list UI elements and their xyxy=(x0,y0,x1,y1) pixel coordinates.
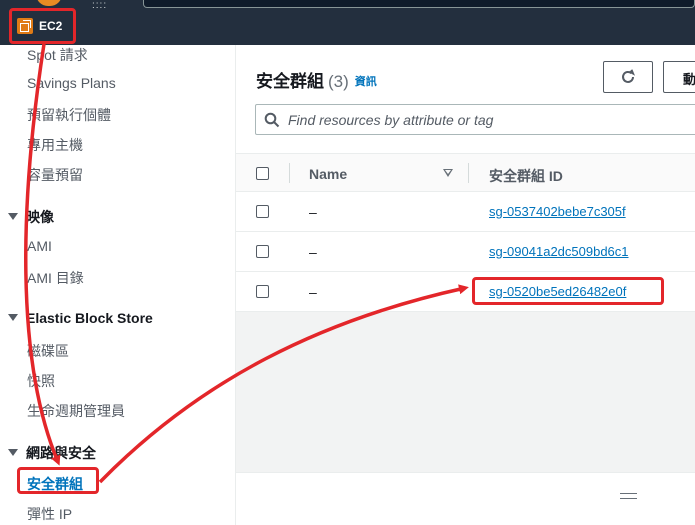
caret-down-icon xyxy=(8,314,18,321)
row-checkbox[interactable] xyxy=(256,205,269,218)
search-icon xyxy=(264,112,280,128)
table-row[interactable]: – sg-0537402bebe7c305f xyxy=(236,192,695,232)
page-title: 安全群組 (3) 資訊 xyxy=(256,67,377,92)
security-group-id-link[interactable]: sg-0537402bebe7c305f xyxy=(489,204,626,219)
sidebar-section-ebs[interactable]: Elastic Block Store xyxy=(8,310,153,326)
aws-logo-icon[interactable] xyxy=(36,0,62,6)
actions-button[interactable]: 動 xyxy=(663,61,695,93)
item-count: (3) xyxy=(328,72,349,91)
caret-down-icon xyxy=(8,449,18,456)
row-checkbox[interactable] xyxy=(256,285,269,298)
search-input[interactable] xyxy=(288,110,688,130)
table-row[interactable]: – sg-09041a2dc509bd6c1 xyxy=(236,232,695,272)
sidebar-item-dedicated-hosts[interactable]: 專用主機 xyxy=(27,135,83,155)
caret-down-icon xyxy=(8,213,18,220)
column-header-sg-id[interactable]: 安全群組 ID xyxy=(489,166,563,186)
sidebar-item-spot-requests[interactable]: Spot 請求 xyxy=(27,45,88,65)
sidebar-item-reserved-instances[interactable]: 預留執行個體 xyxy=(27,105,111,125)
column-divider xyxy=(289,163,290,183)
sidebar-section-images[interactable]: 映像 xyxy=(8,207,54,227)
resource-filter[interactable] xyxy=(255,104,695,135)
column-header-name[interactable]: Name xyxy=(309,166,347,182)
split-panel-bar xyxy=(236,472,695,525)
top-nav-bar: :::: EC2 xyxy=(0,0,695,45)
sidebar-item-ami-catalog[interactable]: AMI 目錄 xyxy=(27,268,84,288)
row-name: – xyxy=(309,284,317,300)
select-all-checkbox[interactable] xyxy=(256,167,269,180)
row-name: – xyxy=(309,244,317,260)
sidebar-item-ami[interactable]: AMI xyxy=(27,238,52,254)
section-label: 映像 xyxy=(26,209,54,225)
sidebar-item-elastic-ip[interactable]: 彈性 IP xyxy=(27,504,72,524)
refresh-icon xyxy=(622,69,636,83)
security-groups-panel: 安全群組(3) 資訊 動 Name 安全群組 ID – xyxy=(236,45,695,312)
sidebar-item-savings-plans[interactable]: Savings Plans xyxy=(27,75,116,91)
sidebar-item-volumes[interactable]: 磁碟區 xyxy=(27,341,69,361)
sidebar-nav: Spot 請求 Savings Plans 預留執行個體 專用主機 容量預留 映… xyxy=(0,45,236,525)
sidebar-item-snapshots[interactable]: 快照 xyxy=(27,371,55,391)
highlight-security-groups xyxy=(17,467,99,494)
table-header: Name 安全群組 ID xyxy=(236,153,695,192)
section-label: 網路與安全 xyxy=(26,445,96,461)
row-name: – xyxy=(309,204,317,220)
sidebar-item-capacity-reservations[interactable]: 容量預留 xyxy=(27,165,83,185)
highlight-sg-id xyxy=(472,277,664,305)
sidebar-section-network-security[interactable]: 網路與安全 xyxy=(8,443,96,463)
refresh-button[interactable] xyxy=(603,61,653,93)
info-link[interactable]: 資訊 xyxy=(355,76,377,88)
sort-descending-icon[interactable] xyxy=(443,169,453,177)
column-resize-handle[interactable] xyxy=(468,163,469,183)
drag-handle-icon[interactable] xyxy=(620,493,637,499)
services-grid-icon[interactable]: :::: xyxy=(92,0,107,11)
highlight-ec2 xyxy=(9,8,76,44)
row-checkbox[interactable] xyxy=(256,245,269,258)
security-group-id-link[interactable]: sg-09041a2dc509bd6c1 xyxy=(489,244,629,259)
title-text: 安全群組 xyxy=(256,72,324,91)
section-label: Elastic Block Store xyxy=(26,310,153,326)
global-search-input[interactable] xyxy=(143,0,695,8)
sidebar-item-lifecycle-manager[interactable]: 生命週期管理員 xyxy=(27,401,125,421)
